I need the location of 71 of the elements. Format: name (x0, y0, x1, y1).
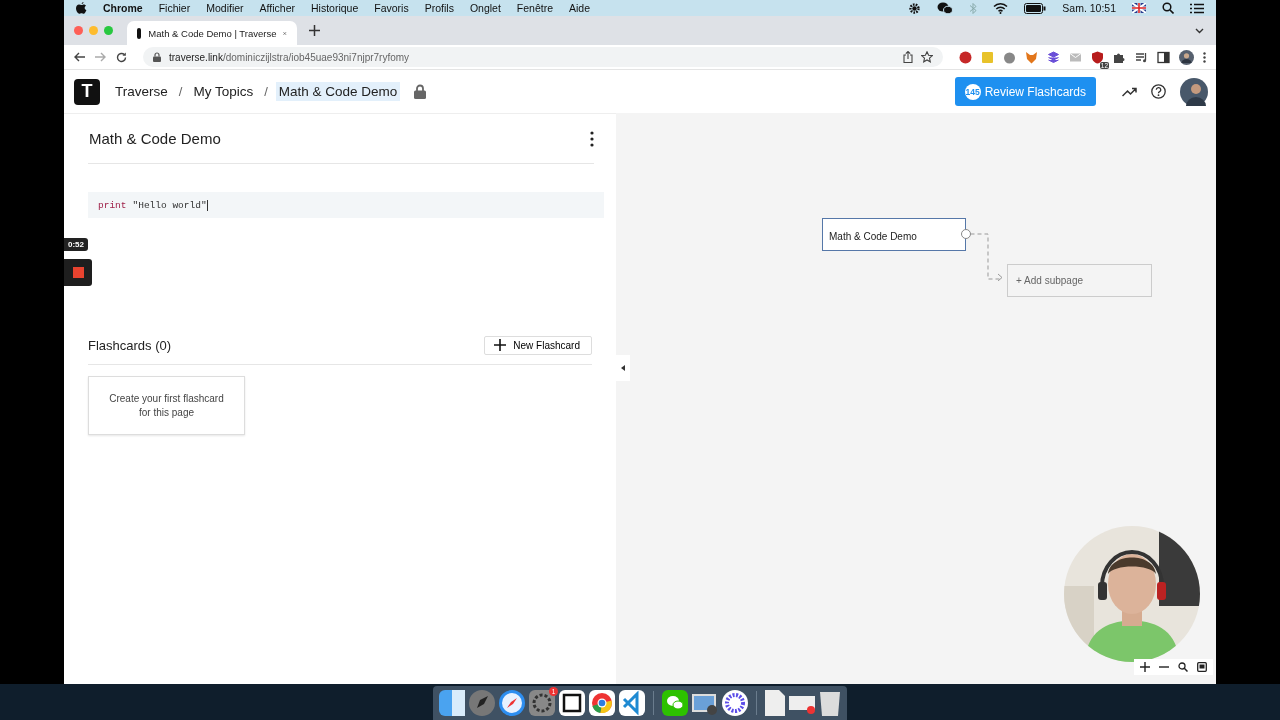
address-bar[interactable]: traverse.link/dominiczijlstra/iob45uae93ni7njpr7ryfomy (143, 47, 943, 67)
flag-icon[interactable] (1132, 3, 1146, 13)
count-badge: 145 (964, 83, 981, 100)
avatar-icon[interactable] (1180, 77, 1208, 106)
code-keyword: print (98, 199, 127, 211)
more-icon[interactable] (590, 130, 594, 147)
extension-icon[interactable] (959, 50, 972, 64)
code-editor-icon[interactable] (619, 690, 645, 716)
search-icon[interactable] (1162, 2, 1174, 14)
breadcrumb-link[interactable]: Traverse (112, 82, 171, 101)
plus-icon (494, 339, 507, 351)
menu-item[interactable]: Aide (569, 2, 591, 14)
code-string: "Hello world" (132, 199, 207, 211)
breadcrumb-separator: / (264, 84, 268, 99)
chat-icon[interactable] (937, 1, 954, 15)
menu-item[interactable]: Chrome (103, 2, 143, 14)
battery-icon[interactable] (1024, 2, 1047, 14)
list-icon[interactable] (1190, 2, 1204, 14)
menu-item[interactable]: Fenêtre (516, 2, 553, 14)
side-panel-icon[interactable] (1157, 50, 1170, 64)
stop-recording-button[interactable] (64, 259, 92, 286)
logo[interactable]: T (74, 78, 100, 105)
trend-icon[interactable] (1122, 86, 1137, 97)
menu-item[interactable]: Modifier (206, 2, 244, 14)
trash-icon[interactable] (819, 690, 841, 716)
playlist-icon[interactable] (1135, 50, 1148, 64)
reload-icon[interactable] (116, 51, 127, 63)
menu-item[interactable]: Profils (424, 2, 454, 14)
chevron-down-icon[interactable] (1195, 27, 1204, 34)
layers-icon[interactable] (1047, 50, 1060, 64)
page-title: Math & Code Demo (89, 130, 221, 147)
extension-icon[interactable] (1003, 50, 1016, 64)
menu-item[interactable]: Onglet (469, 2, 501, 14)
empty-flashcard-card[interactable]: Create your first flashcard for this page (88, 376, 245, 435)
gear-icon[interactable] (908, 1, 922, 15)
menu-item[interactable]: Favoris (374, 2, 409, 14)
lock-icon (153, 52, 161, 62)
lock-icon (414, 84, 427, 99)
chrome-icon[interactable] (589, 690, 615, 716)
menu-item[interactable]: Afficher (259, 2, 295, 14)
collapse-panel-button[interactable] (616, 355, 630, 381)
shield-icon[interactable] (1091, 50, 1104, 64)
compass-icon[interactable] (499, 690, 525, 716)
recording-timer: 0:52 (64, 238, 88, 251)
menu-item[interactable]: Fichier (158, 2, 191, 14)
code-block[interactable]: print "Hello world" (88, 192, 604, 218)
star-icon[interactable] (921, 51, 933, 63)
back-icon[interactable] (74, 52, 85, 62)
more-icon[interactable] (1203, 51, 1206, 63)
breadcrumb-link[interactable]: Math & Code Demo (275, 82, 401, 101)
breadcrumb-separator: / (178, 84, 183, 99)
new-flashcard-button[interactable]: New Flashcard (484, 335, 592, 355)
section-title: Flashcards (0) (88, 337, 172, 353)
search-icon[interactable] (1178, 662, 1188, 672)
share-icon[interactable] (903, 51, 913, 63)
zoom-in-icon[interactable] (1140, 662, 1150, 672)
avatar-icon[interactable] (1179, 49, 1194, 65)
fox-icon[interactable] (1025, 50, 1038, 64)
clock[interactable]: Sam. 10:51 (1062, 2, 1116, 14)
add-subpage-node[interactable]: + Add subpage (1007, 264, 1152, 297)
browser-tab[interactable]: Math & Code Demo | Traverse (127, 21, 297, 45)
chat-icon[interactable] (662, 690, 688, 716)
help-icon[interactable] (1151, 84, 1166, 99)
document-icon[interactable] (765, 690, 785, 716)
new-tab-icon[interactable] (309, 25, 320, 36)
apple-icon[interactable] (76, 2, 87, 14)
wifi-icon[interactable] (993, 2, 1009, 14)
minimap-icon[interactable] (1197, 662, 1207, 672)
menu-item[interactable]: Historique (311, 2, 359, 14)
breadcrumb-link[interactable]: My Topics (190, 82, 257, 101)
page-node[interactable]: Math & Code Demo (822, 218, 966, 251)
